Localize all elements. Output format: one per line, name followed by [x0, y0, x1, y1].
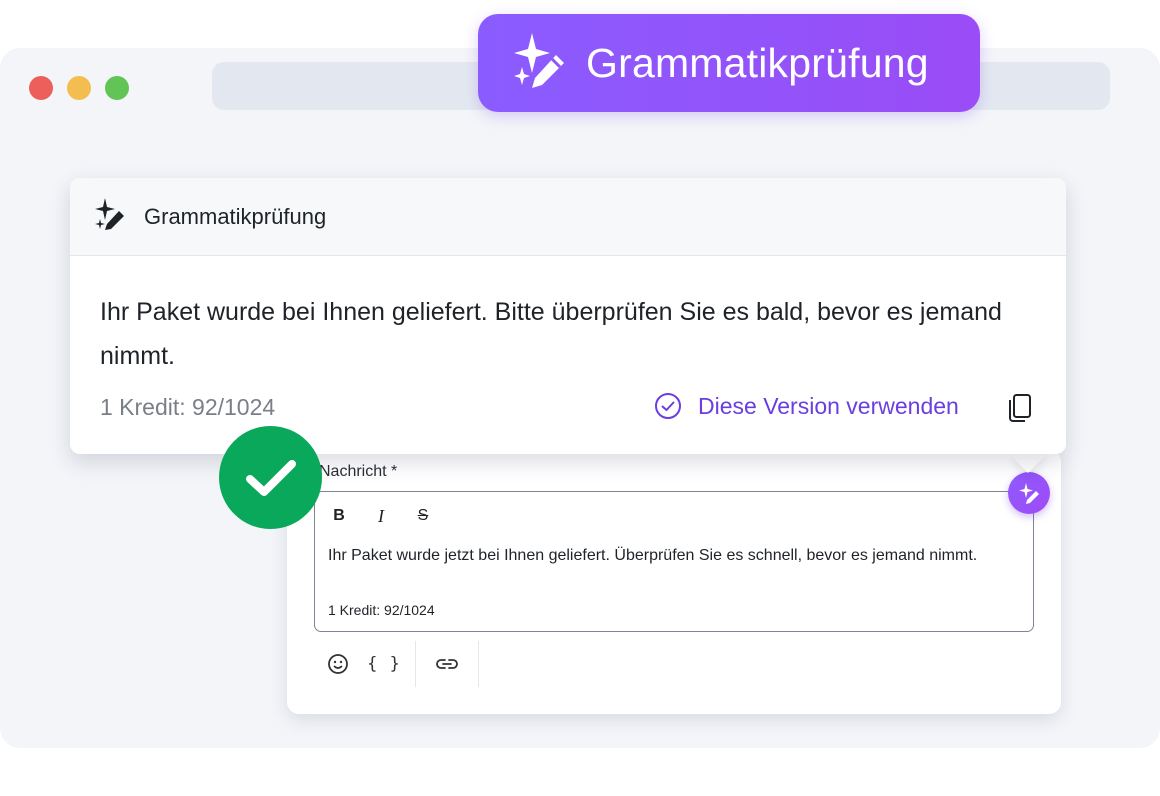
- banner-title: Grammatikprüfung: [586, 39, 929, 86]
- italic-button[interactable]: I: [367, 504, 395, 528]
- message-editor-card: Nachricht * B I S Ihr Paket wurde jetzt …: [287, 450, 1061, 714]
- suggested-text: Ihr Paket wurde bei Ihnen geliefert. Bit…: [100, 298, 1002, 370]
- message-editor[interactable]: B I S Ihr Paket wurde jetzt bei Ihnen ge…: [314, 491, 1034, 632]
- use-version-label: Diese Version verwenden: [698, 392, 959, 419]
- link-icon: [436, 659, 458, 669]
- sparkle-pen-icon: [512, 31, 566, 96]
- copy-icon: [1009, 394, 1031, 422]
- check-circle-icon: [655, 393, 681, 419]
- popover-header: Grammatikprüfung: [70, 178, 1066, 256]
- strikethrough-button[interactable]: S: [409, 504, 437, 528]
- bold-button[interactable]: B: [325, 504, 353, 528]
- emoji-button[interactable]: [315, 640, 361, 688]
- toolbar-divider: [415, 641, 416, 687]
- use-version-button[interactable]: Diese Version verwenden: [654, 392, 959, 420]
- window-minimize-button[interactable]: [67, 76, 91, 100]
- variable-button[interactable]: { }: [361, 640, 407, 688]
- editor-bottom-toolbar: { }: [315, 640, 487, 688]
- message-field-label: Nachricht *: [319, 463, 398, 480]
- window-maximize-button[interactable]: [105, 76, 129, 100]
- sparkle-pen-icon: [94, 197, 124, 236]
- editor-credit-counter: 1 Kredit: 92/1024: [328, 602, 435, 618]
- popover-credit-counter: 1 Kredit: 92/1024: [100, 394, 276, 420]
- link-button[interactable]: [424, 640, 470, 688]
- checkmark-icon: [245, 459, 296, 496]
- window-close-button[interactable]: [29, 76, 53, 100]
- sparkle-pen-icon: [1019, 483, 1039, 504]
- grammar-check-button[interactable]: [1008, 472, 1050, 514]
- smiley-icon: [328, 654, 348, 674]
- success-badge: [219, 426, 322, 529]
- copy-button[interactable]: [1006, 393, 1034, 428]
- feature-banner: Grammatikprüfung: [478, 14, 980, 112]
- message-text[interactable]: Ihr Paket wurde jetzt bei Ihnen geliefer…: [328, 543, 1008, 569]
- popover-title: Grammatikprüfung: [144, 203, 327, 229]
- toolbar-divider: [478, 641, 479, 687]
- grammar-suggestion-popover: Grammatikprüfung Ihr Paket wurde bei Ihn…: [70, 178, 1066, 454]
